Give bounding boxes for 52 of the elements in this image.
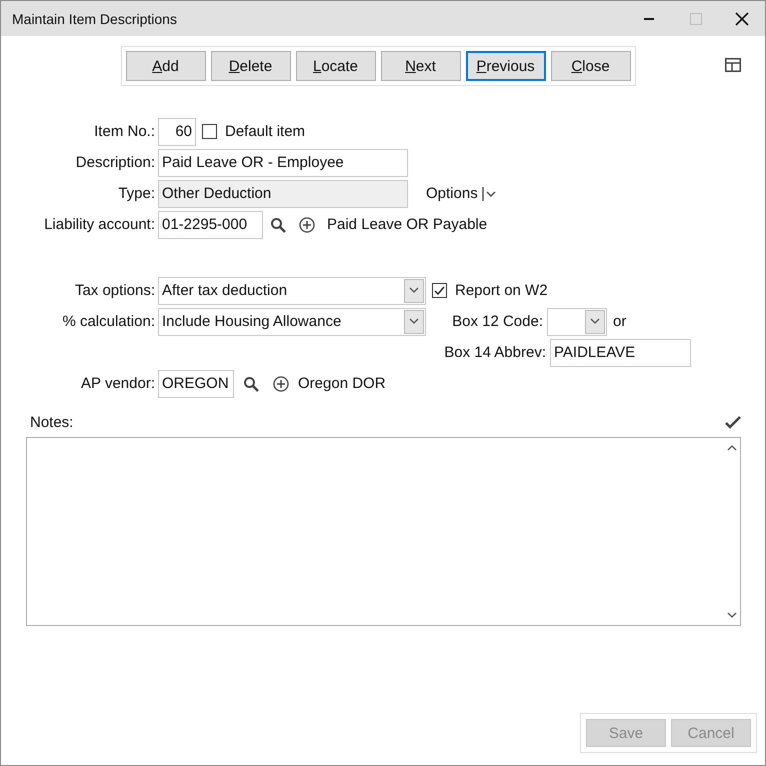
field-label: Liability account: (43, 216, 156, 233)
box14-field[interactable]: PAIDLEAVE (550, 338, 691, 366)
spellcheck-icon[interactable] (725, 415, 741, 429)
account-name: Paid Leave OR Payable (327, 216, 488, 233)
close-icon (735, 12, 749, 26)
dropdown-button[interactable] (404, 310, 424, 334)
toolbar-button[interactable]: Delete (210, 51, 290, 81)
chevron-down-icon (409, 318, 419, 325)
toolbar-button[interactable]: Next (380, 51, 460, 81)
tax-options-select[interactable]: After tax deduction (158, 276, 426, 304)
field-label: Box 12 Code: (451, 313, 544, 330)
add-icon[interactable] (299, 216, 315, 232)
vendor-field[interactable]: OREGON (158, 370, 234, 398)
account-field[interactable]: 01-2295-000 (158, 210, 263, 238)
checkbox[interactable] (432, 283, 447, 298)
notes-field[interactable] (26, 437, 741, 626)
description-field[interactable]: Paid Leave OR - Employee (158, 148, 408, 176)
scroll-down-icon[interactable] (726, 612, 736, 619)
type-field: Other Deduction (158, 180, 408, 208)
dropdown-button[interactable] (404, 278, 424, 302)
search-icon[interactable] (243, 376, 259, 392)
field-label: Tax options: (74, 282, 156, 299)
dropdown-button[interactable] (585, 310, 605, 334)
field-label: Item No.: (93, 123, 156, 140)
checkbox[interactable] (202, 124, 217, 139)
toolbar-button[interactable]: Locate (296, 51, 376, 81)
minimize-icon (644, 16, 656, 20)
chevron-down-icon (590, 318, 600, 325)
notes-label: Notes: (30, 414, 74, 430)
field-label: Type: (117, 185, 156, 202)
field-label: Box 14 Abbrev: (443, 344, 547, 361)
add-icon[interactable] (273, 376, 289, 392)
chevron-down-icon (409, 287, 419, 294)
field-label: % calculation: (61, 313, 156, 330)
toolbar-button[interactable]: Close (550, 51, 630, 81)
field-label: AP vendor: (80, 375, 156, 392)
or-label: or (613, 313, 626, 330)
scroll-up-icon[interactable] (726, 444, 736, 451)
layout-icon[interactable] (725, 58, 741, 72)
item-number-field[interactable]: 60 (158, 118, 196, 146)
checkbox-label: Report on W2 (455, 282, 548, 299)
toolbar-button[interactable]: Previous (466, 51, 546, 81)
search-icon[interactable] (270, 216, 286, 232)
checkbox-label: Default item (225, 123, 306, 140)
options-label: Options (426, 185, 478, 202)
vendor-name: Oregon DOR (298, 375, 386, 392)
window-title: Maintain Item Descriptions (12, 10, 178, 26)
dropdown-icon[interactable] (482, 186, 498, 202)
calculation-select[interactable]: Include Housing Allowance (158, 308, 426, 336)
toolbar-button[interactable]: Add (126, 51, 206, 81)
field-label: Description: (74, 154, 156, 171)
maximize-icon (690, 12, 702, 24)
